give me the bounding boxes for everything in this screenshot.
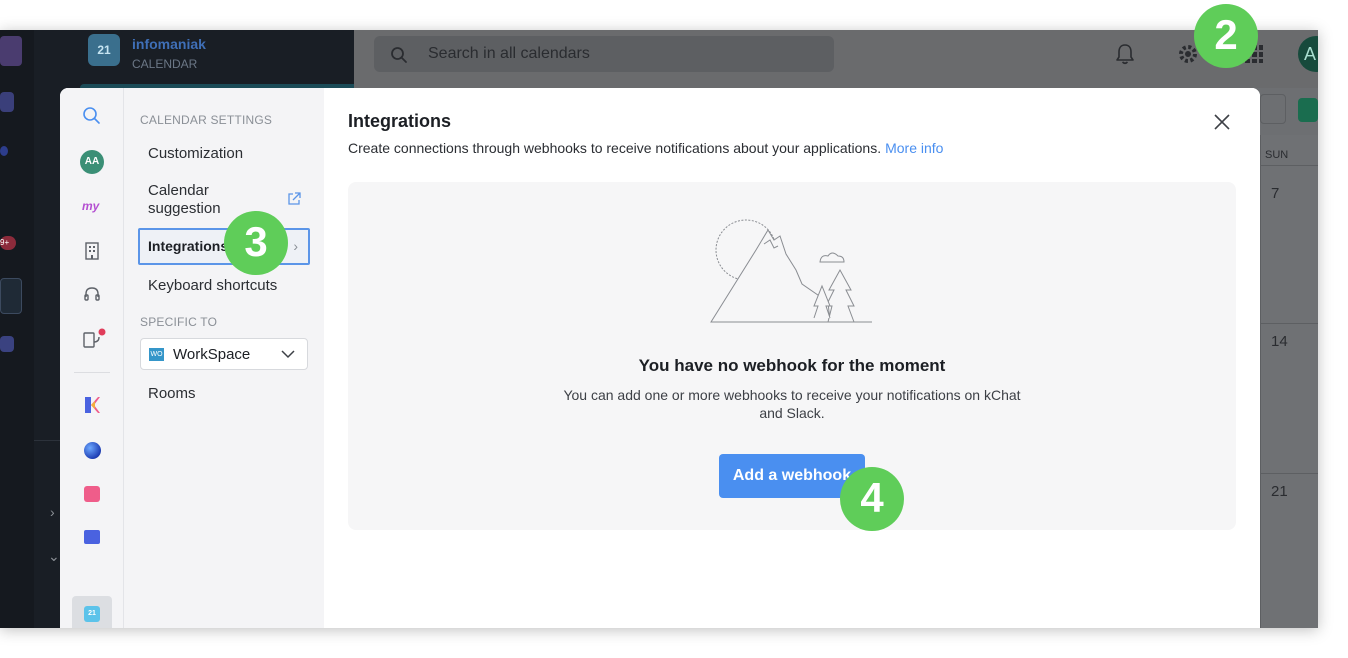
headset-icon[interactable] — [83, 286, 101, 304]
calendar-app-icon[interactable] — [0, 278, 22, 314]
app-dot-icon[interactable] — [0, 146, 8, 156]
day-number[interactable]: 21 — [1271, 483, 1288, 500]
swiss-transfer-icon[interactable] — [84, 530, 100, 544]
brand-name: infomaniak — [132, 36, 206, 52]
empty-state-title: You have no webhook for the moment — [638, 356, 946, 375]
bell-icon[interactable] — [1114, 42, 1136, 66]
global-search-input[interactable]: Search in all calendars — [374, 36, 834, 72]
empty-state-text: You can add one or more webhooks to rece… — [563, 387, 1021, 421]
settings-nav: CALENDAR SETTINGS Customization Calendar… — [124, 88, 324, 628]
grid-line — [1261, 323, 1318, 324]
building-icon[interactable] — [84, 242, 100, 260]
calendar-sunday-column: SUN 7 14 21 — [1260, 135, 1318, 628]
task-icon[interactable] — [1298, 98, 1318, 122]
nav-item-keyboard-shortcuts[interactable]: Keyboard shortcuts — [148, 277, 277, 294]
page-description: Create connections through webhooks to r… — [348, 140, 943, 156]
chevron-right-icon: › — [293, 238, 298, 254]
mountain-illustration — [710, 219, 872, 323]
empty-state-card: You have no webhook for the moment You c… — [348, 182, 1236, 530]
search-icon[interactable] — [82, 106, 102, 126]
settings-modal: AA my 21 CALENDAR SETTINGS Customization… — [60, 88, 1260, 628]
home-icon[interactable] — [0, 92, 14, 112]
workspace-name: WorkSpace — [173, 346, 251, 363]
nav-item-calendar-suggestion[interactable]: Calendar suggestion — [148, 182, 221, 218]
settings-section-title: CALENDAR SETTINGS — [140, 113, 273, 127]
grid-line — [1261, 473, 1318, 474]
calendar-app-selected[interactable]: 21 — [72, 596, 112, 628]
search-placeholder: Search in all calendars — [428, 45, 590, 62]
day-number[interactable]: 7 — [1271, 185, 1279, 202]
modal-app-rail: AA my 21 — [60, 88, 124, 628]
view-dropdown[interactable] — [1260, 94, 1286, 124]
calendar-app: 9+ 21 infomaniak CALENDAR 49 50 51 52 1 … — [0, 30, 1318, 628]
calendar-icon: 21 — [84, 606, 100, 622]
divider — [74, 372, 110, 373]
description-text: Create connections through webhooks to r… — [348, 140, 882, 156]
external-link-icon[interactable] — [287, 192, 301, 206]
page-title: Integrations — [348, 111, 452, 131]
day-header: SUN — [1265, 149, 1289, 161]
nav-item-label: Calendar — [148, 182, 209, 199]
brand-subtitle: CALENDAR — [132, 57, 198, 71]
nav-item-label: suggestion — [148, 200, 221, 217]
step-badge: 2 — [1194, 4, 1258, 68]
chevron-down-icon[interactable]: ⌄ — [48, 548, 60, 565]
calendar-logo-icon: 21 — [88, 34, 120, 66]
close-icon[interactable] — [1208, 108, 1236, 136]
workspace-badge: WO — [149, 348, 164, 361]
nav-item-customization[interactable]: Customization — [148, 145, 243, 162]
step-badge: 4 — [840, 467, 904, 531]
specific-section-title: SPECIFIC TO — [140, 315, 218, 329]
search-icon — [391, 47, 407, 63]
app-switcher-rail: 9+ — [0, 30, 34, 628]
kchat-icon[interactable] — [83, 396, 101, 414]
integrations-panel: Integrations Create connections through … — [324, 88, 1260, 628]
step-badge: 3 — [224, 211, 288, 275]
nav-item-label: Integrations — [148, 238, 229, 254]
day-number[interactable]: 14 — [1271, 333, 1288, 350]
device-sync-icon[interactable] — [82, 328, 106, 350]
kdrive-icon[interactable] — [84, 486, 100, 502]
my-infomaniak-icon[interactable]: my — [82, 196, 102, 216]
notification-badge: 9+ — [0, 236, 16, 250]
grid-line — [1261, 165, 1318, 166]
avatar[interactable]: AA — [80, 150, 104, 174]
chevron-right-icon[interactable]: › — [50, 504, 55, 520]
drive-icon[interactable] — [0, 336, 14, 352]
more-info-link[interactable]: More info — [885, 140, 943, 156]
mail-app-icon[interactable] — [84, 442, 101, 459]
workspace-select[interactable]: WO WorkSpace — [140, 338, 308, 370]
nav-item-rooms[interactable]: Rooms — [148, 385, 196, 402]
chevron-down-icon — [281, 350, 295, 359]
app-logo-icon[interactable] — [0, 36, 22, 66]
